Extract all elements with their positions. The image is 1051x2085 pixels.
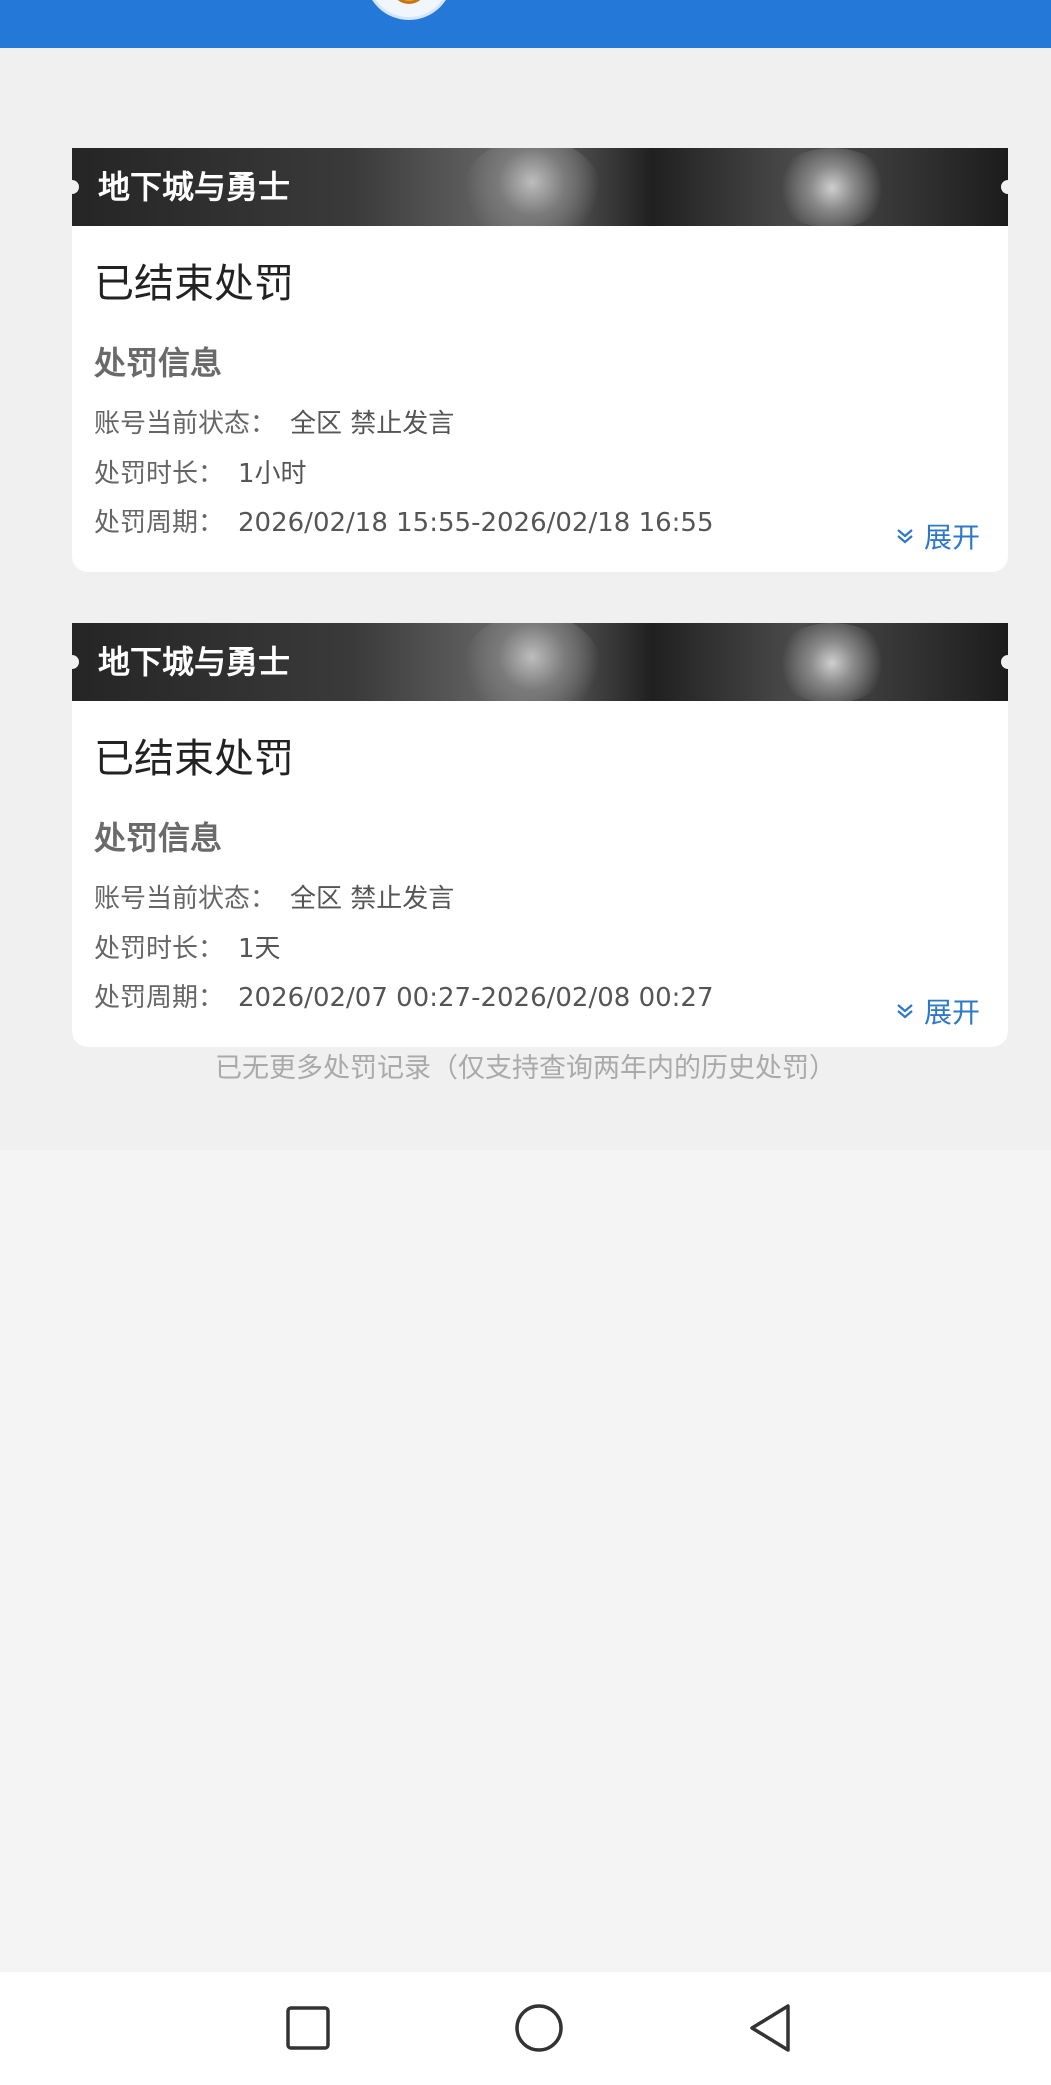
triangle-back-icon bbox=[750, 2004, 790, 2052]
banner-notch bbox=[1001, 180, 1008, 194]
banner-notch bbox=[72, 655, 79, 669]
section-title: 处罚信息 bbox=[94, 344, 223, 382]
banner-art-image bbox=[462, 623, 602, 701]
info-label: 处罚时长： bbox=[94, 934, 225, 964]
info-row-account-status: 账号当前状态： 全区 禁止发言 bbox=[94, 881, 454, 917]
section-title: 处罚信息 bbox=[94, 819, 223, 857]
back-button[interactable] bbox=[738, 1996, 802, 2060]
info-value: 全区 禁止发言 bbox=[290, 884, 455, 914]
circle-icon bbox=[515, 2004, 563, 2052]
expand-label: 展开 bbox=[923, 996, 980, 1029]
info-label: 处罚时长： bbox=[94, 459, 225, 489]
info-value: 2026/02/07 00:27-2026/02/08 00:27 bbox=[238, 983, 714, 1013]
info-value: 1天 bbox=[238, 934, 281, 964]
banner-art-image bbox=[462, 148, 602, 226]
home-button[interactable] bbox=[507, 1996, 571, 2060]
banner-notch bbox=[1001, 655, 1008, 669]
expand-button[interactable]: 展开 bbox=[896, 995, 980, 1031]
end-of-list-note: 已无更多处罚记录（仅支持查询两年内的历史处罚） bbox=[215, 1053, 836, 1084]
banner-notch bbox=[72, 180, 79, 194]
square-icon bbox=[286, 2006, 330, 2050]
expand-label: 展开 bbox=[923, 521, 980, 554]
info-value: 2026/02/18 15:55-2026/02/18 16:55 bbox=[238, 508, 714, 538]
game-title: 地下城与勇士 bbox=[98, 643, 291, 681]
info-label: 处罚周期： bbox=[94, 508, 225, 538]
punishment-list: 地下城与勇士 已结束处罚 处罚信息 账号当前状态： 全区 禁止发言 处罚时长： 1小… bbox=[0, 48, 1051, 1150]
punishment-status: 已结束处罚 bbox=[94, 736, 294, 782]
info-row-period: 处罚周期： 2026/02/07 00:27-2026/02/08 00:27 bbox=[94, 980, 714, 1016]
game-title: 地下城与勇士 bbox=[98, 168, 291, 206]
info-row-account-status: 账号当前状态： 全区 禁止发言 bbox=[94, 406, 454, 442]
system-navigation-bar bbox=[0, 1972, 1051, 2085]
double-chevron-down-icon bbox=[896, 520, 914, 556]
info-row-duration: 处罚时长： 1天 bbox=[94, 931, 281, 967]
banner-art-image bbox=[772, 623, 892, 701]
game-banner: 地下城与勇士 bbox=[72, 623, 1008, 701]
app-header-bar bbox=[0, 0, 1051, 48]
info-value: 全区 禁止发言 bbox=[290, 409, 455, 439]
punishment-status: 已结束处罚 bbox=[94, 261, 294, 307]
banner-art-image bbox=[772, 148, 892, 226]
info-label: 处罚周期： bbox=[94, 983, 225, 1013]
recent-apps-button[interactable] bbox=[276, 1996, 340, 2060]
info-label: 账号当前状态： bbox=[94, 884, 277, 914]
punishment-card: 地下城与勇士 已结束处罚 处罚信息 账号当前状态： 全区 禁止发言 处罚时长： 1小… bbox=[72, 148, 1008, 572]
expand-button[interactable]: 展开 bbox=[896, 520, 980, 556]
double-chevron-down-icon bbox=[896, 995, 914, 1031]
info-row-duration: 处罚时长： 1小时 bbox=[94, 456, 307, 492]
info-row-period: 处罚周期： 2026/02/18 15:55-2026/02/18 16:55 bbox=[94, 505, 714, 541]
game-banner: 地下城与勇士 bbox=[72, 148, 1008, 226]
info-label: 账号当前状态： bbox=[94, 409, 277, 439]
punishment-card: 地下城与勇士 已结束处罚 处罚信息 账号当前状态： 全区 禁止发言 处罚时长： 1天… bbox=[72, 623, 1008, 1047]
avatar[interactable] bbox=[365, 0, 453, 22]
info-value: 1小时 bbox=[238, 459, 307, 489]
